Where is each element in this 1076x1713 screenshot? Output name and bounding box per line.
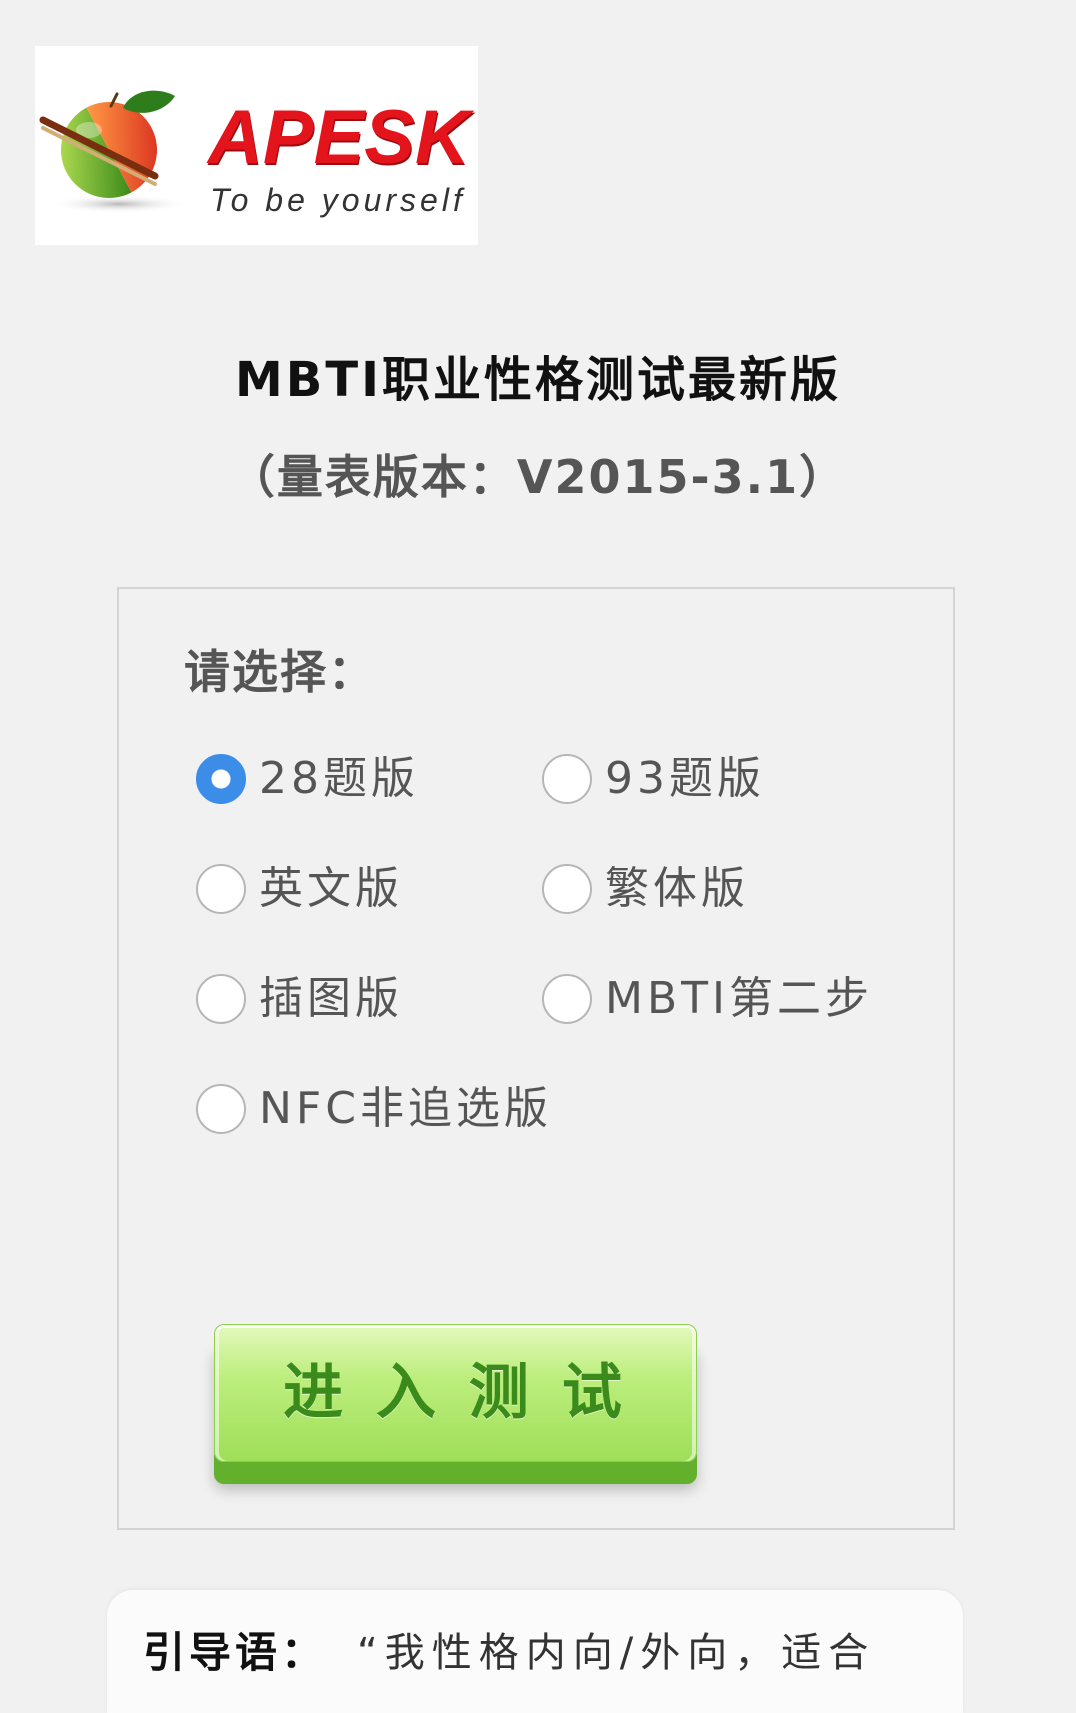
option-illustrated[interactable]: 插图版 (196, 944, 542, 1054)
radio-button[interactable] (196, 864, 246, 914)
radio-button[interactable] (542, 974, 592, 1024)
intro-text: “我性格内向/外向，适合 (357, 1630, 876, 1676)
brand-name: APESK (208, 95, 470, 180)
option-traditional-chinese[interactable]: 繁体版 (542, 834, 882, 944)
option-label[interactable]: MBTI第二步 (605, 974, 873, 1024)
intro-label: 引导语： (143, 1628, 328, 1677)
radio-button[interactable] (542, 864, 592, 914)
option-label[interactable]: 28题版 (259, 754, 419, 804)
option-label[interactable]: 插图版 (259, 974, 403, 1024)
option-28-questions[interactable]: 28题版 (196, 724, 542, 834)
version-subtitle: （量表版本：V2015-3.1） (228, 450, 848, 504)
option-93-questions[interactable]: 93题版 (542, 724, 882, 834)
option-label[interactable]: 英文版 (259, 864, 403, 914)
version-options: 28题版 93题版 英文版 繁体版 插图版 MBTI第二步 NFC非追选版 (196, 724, 882, 1164)
brand-tagline: To be yourself (210, 182, 466, 218)
option-nfc[interactable]: NFC非追选版 (196, 1054, 548, 1164)
option-mbti-step-two[interactable]: MBTI第二步 (542, 944, 882, 1054)
radio-button[interactable] (542, 754, 592, 804)
apesk-logo: APESK To be yourself (35, 46, 478, 245)
version-selection-panel: 请选择： 28题版 93题版 英文版 繁体版 插图版 MBTI第二步 NFC非追 (117, 587, 955, 1530)
radio-button[interactable] (196, 754, 246, 804)
radio-button[interactable] (196, 974, 246, 1024)
selection-prompt: 请选择： (184, 645, 376, 699)
start-test-button[interactable]: 进 入 测 试 (214, 1324, 697, 1462)
option-label[interactable]: 93题版 (605, 754, 765, 804)
option-label[interactable]: 繁体版 (605, 864, 749, 914)
option-label[interactable]: NFC非追选版 (259, 1084, 552, 1134)
radio-button[interactable] (196, 1084, 246, 1134)
apple-icon (39, 90, 189, 213)
option-english[interactable]: 英文版 (196, 834, 542, 944)
intro-row: 引导语： “我性格内向/外向，适合 (143, 1627, 875, 1679)
page-title: MBTI职业性格测试最新版 (235, 352, 841, 408)
intro-card: 引导语： “我性格内向/外向，适合 (107, 1590, 963, 1713)
